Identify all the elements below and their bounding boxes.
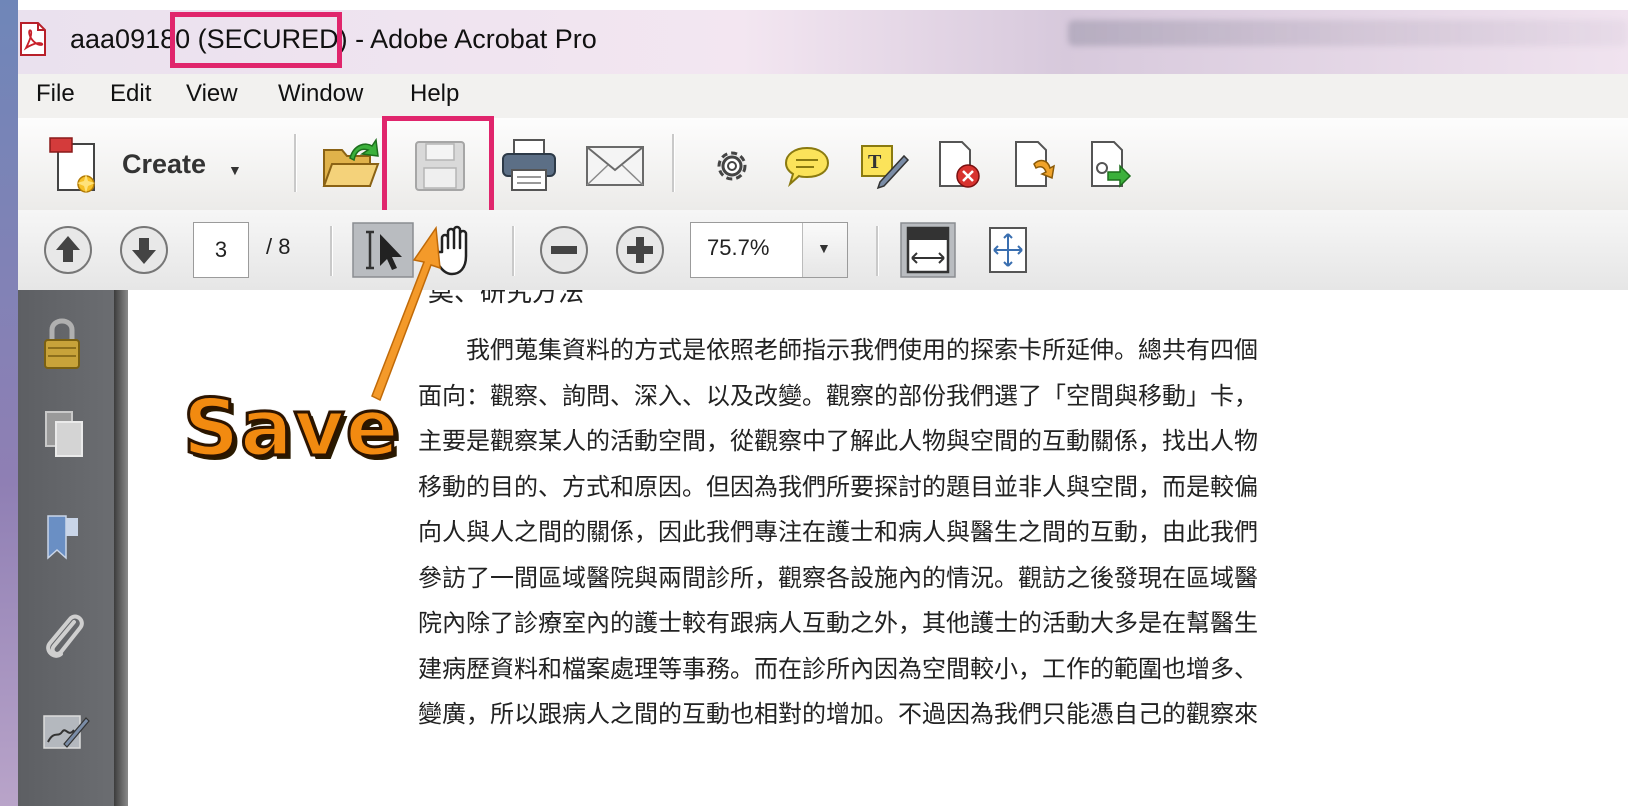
menu-help[interactable]: Help (410, 80, 459, 108)
page-number-input[interactable]: 3 (193, 222, 249, 278)
print-icon[interactable] (500, 136, 558, 194)
gear-icon[interactable] (710, 144, 754, 188)
document-remove-icon[interactable] (934, 138, 984, 192)
page-thumbnails-icon[interactable] (42, 408, 86, 460)
paragraph-line: 參訪了一間區域醫院與兩間診所，觀察各設施內的情況。觀訪之後發現在區域醫 (418, 563, 1258, 592)
fit-page-icon[interactable] (984, 224, 1032, 276)
hand-tool-icon[interactable] (428, 222, 484, 278)
toolbar-separator (876, 226, 878, 276)
paragraph-line: 我們蒐集資料的方式是依照老師指示我們使用的探索卡所延伸。總共有四個 (466, 336, 1258, 364)
menu-window[interactable]: Window (278, 80, 363, 108)
pdf-file-icon (20, 22, 46, 56)
zoom-level-value: 75.7% (707, 235, 770, 260)
previous-page-icon[interactable] (42, 224, 94, 276)
secured-highlight-box (170, 12, 342, 68)
menu-edit[interactable]: Edit (110, 80, 151, 108)
save-highlight-box (382, 116, 494, 216)
zoom-level-select[interactable]: 75.7% ▼ (690, 222, 848, 278)
toolbar-separator (672, 134, 674, 192)
open-folder-icon[interactable] (320, 136, 382, 192)
paragraph-line: 變廣，所以跟病人之間的互動也相對的增加。不過因為我們只能憑自己的觀察來 (418, 700, 1258, 728)
bookmark-icon[interactable] (44, 512, 82, 564)
document-paragraph: 我們蒐集資料的方式是依照老師指示我們使用的探索卡所延伸。總共有四個 面向：觀察、… (418, 328, 1478, 738)
typewriter-sign-icon[interactable]: T (858, 142, 910, 190)
paragraph-line: 移動的目的、方式和原因。但因為我們所要探討的題目並非人與空間，而是較偏 (418, 472, 1258, 501)
paragraph-line: 向人與人之間的關係，因此我們專注在護士和病人與醫生之間的互動，由此我們 (418, 518, 1258, 546)
document-export-icon[interactable] (1010, 138, 1060, 192)
paragraph-line: 面向：觀察、詢問、深入、以及改變。觀察的部份我們選了「空間與移動」卡， (418, 381, 1258, 410)
zoom-in-icon[interactable] (614, 224, 666, 276)
document-share-icon[interactable] (1086, 138, 1136, 192)
paragraph-line: 建病歷資料和檔案處理等事務。而在診所內因為空間較小，工作的範圍也增多、 (418, 654, 1258, 683)
create-pdf-icon[interactable] (46, 134, 102, 198)
signature-icon[interactable] (40, 708, 90, 754)
comment-bubble-icon[interactable] (782, 144, 832, 188)
paragraph-line: 院內除了診療室內的護士較有跟病人互動之外，其他護士的活動大多是在幫醫生 (418, 609, 1258, 637)
create-dropdown-caret[interactable]: ▼ (228, 162, 242, 178)
email-envelope-icon[interactable] (584, 144, 646, 188)
blurred-taskbar-text (1068, 20, 1628, 46)
select-cursor-icon[interactable] (352, 222, 414, 278)
attachment-paperclip-icon[interactable] (40, 608, 88, 664)
paragraph-line: 主要是觀察某人的活動空間，從觀察中了解此人物與空間的互動關係，找出人物 (418, 427, 1258, 455)
toolbar-separator (330, 226, 332, 276)
lock-icon[interactable] (42, 316, 82, 372)
navigation-pane-divider[interactable] (114, 290, 128, 806)
menu-view[interactable]: View (186, 80, 238, 108)
menu-file[interactable]: File (36, 80, 75, 108)
fit-width-icon[interactable] (900, 222, 956, 278)
zoom-dropdown-button[interactable]: ▼ (802, 223, 847, 277)
chevron-down-icon: ▼ (817, 240, 831, 256)
desktop-edge (0, 0, 18, 806)
section-heading-fragment: 莫、研究方法 (428, 290, 585, 308)
page-total-label: / 8 (266, 234, 291, 259)
document-view[interactable]: 莫、研究方法 我們蒐集資料的方式是依照老師指示我們使用的探索卡所延伸。總共有四個… (128, 290, 1628, 806)
next-page-icon[interactable] (118, 224, 170, 276)
navigation-pane (18, 290, 114, 806)
svg-text:T: T (868, 151, 882, 173)
save-callout-label: Save (182, 383, 401, 476)
zoom-out-icon[interactable] (538, 224, 590, 276)
create-label[interactable]: Create (122, 149, 206, 180)
menu-bar: File Edit View Window Help (18, 74, 1628, 119)
toolbar-separator (294, 134, 296, 192)
toolbar-separator (512, 226, 514, 276)
